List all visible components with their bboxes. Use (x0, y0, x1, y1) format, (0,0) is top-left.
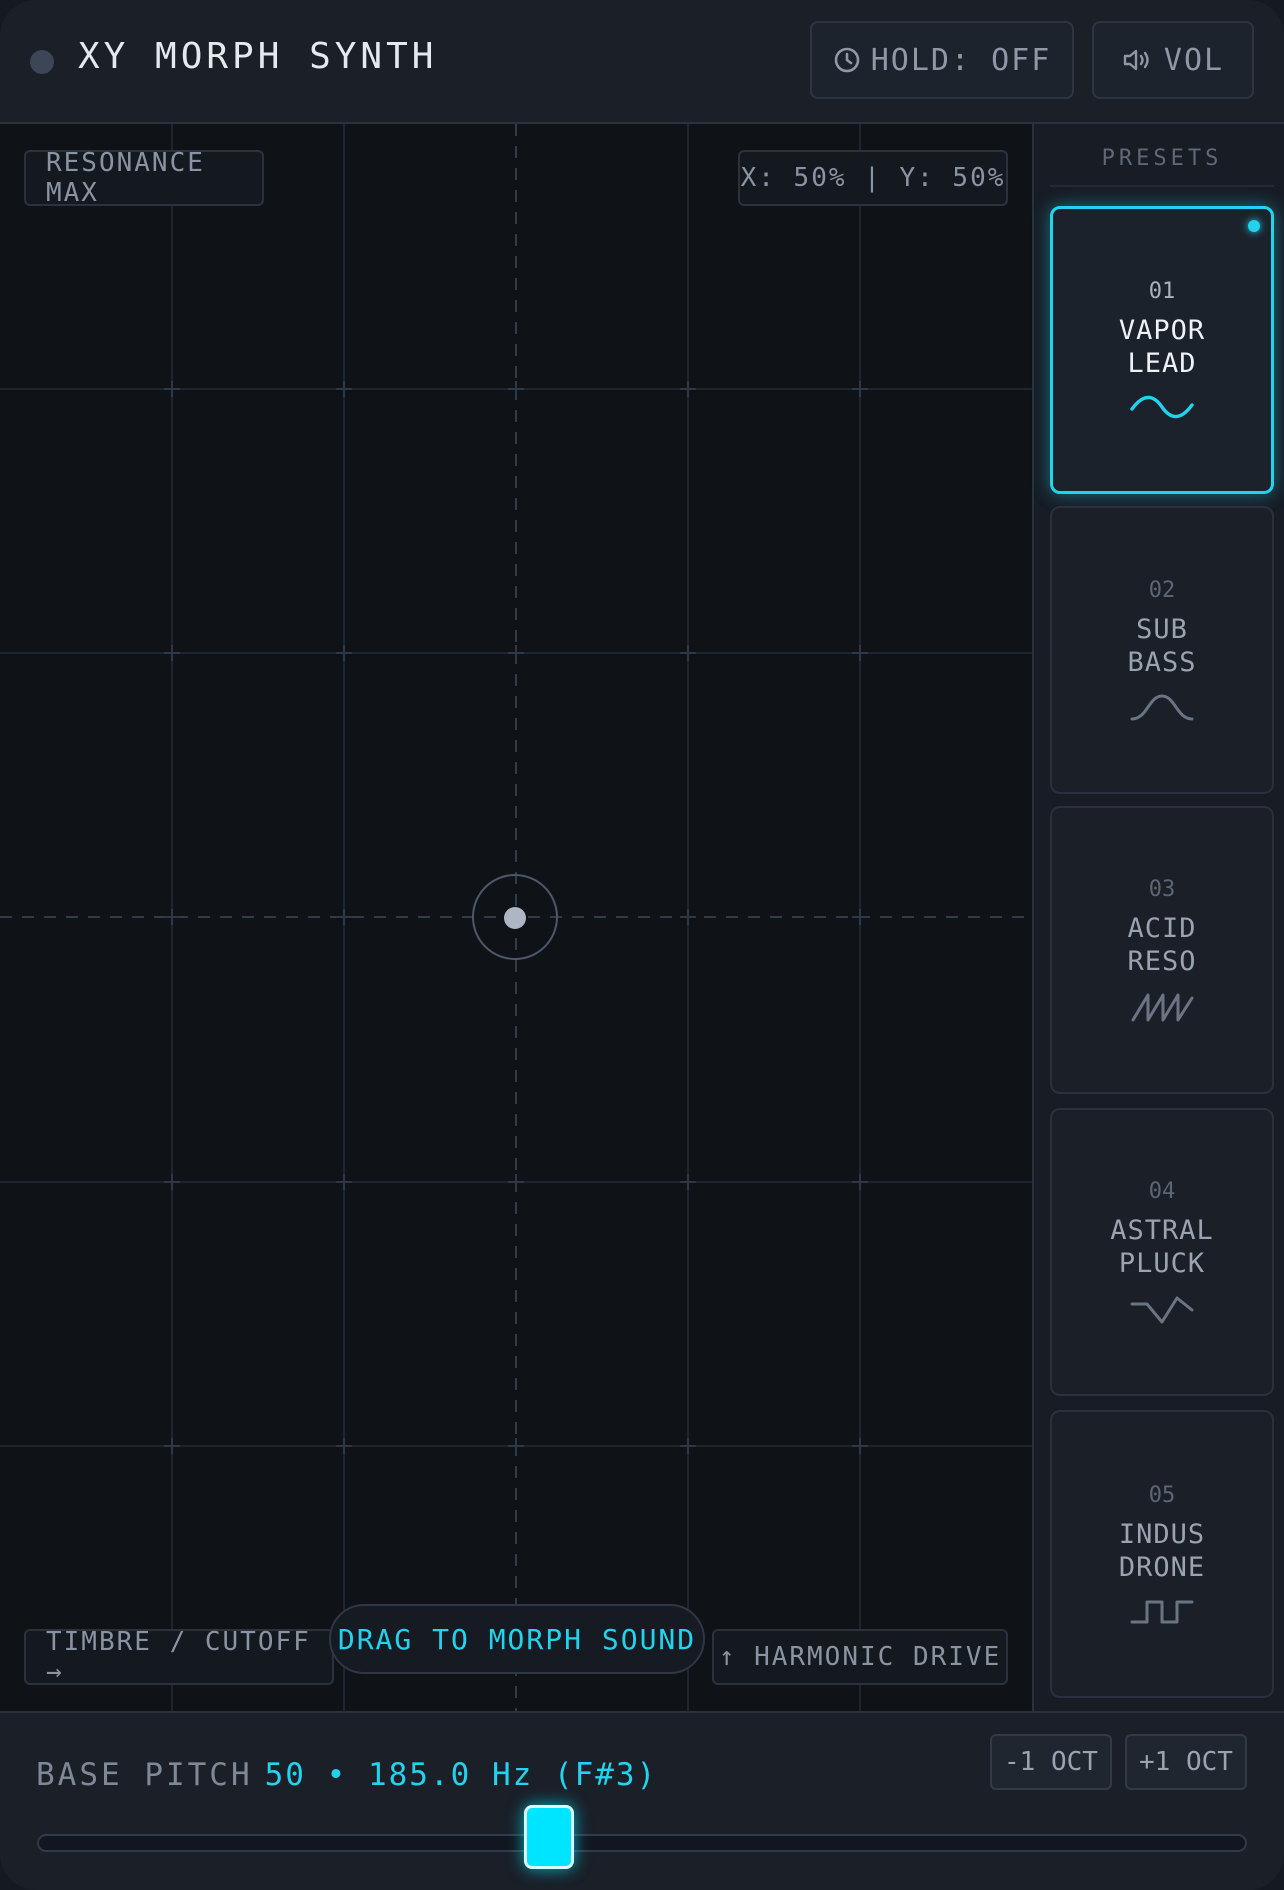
base-pitch-label: BASE PITCH (36, 1757, 253, 1793)
preset-name: ASTRAL PLUCK (1110, 1214, 1214, 1279)
header-bar: XY MORPH SYNTH HOLD: OFF VOL (0, 0, 1284, 124)
vol-label: VOL (1163, 42, 1225, 78)
octave-down-button[interactable]: -1 OCT (990, 1734, 1112, 1790)
octave-up-button[interactable]: +1 OCT (1125, 1734, 1247, 1790)
pitch-footer: BASE PITCH 50 • 185.0 Hz (F#3) -1 OCT +1 … (0, 1711, 1284, 1890)
preset-number: 04 (1148, 1178, 1176, 1204)
base-pitch-readout: BASE PITCH 50 • 185.0 Hz (F#3) (36, 1757, 657, 1793)
sine-wave-icon (1130, 395, 1194, 418)
preset-name: SUB BASS (1127, 613, 1197, 678)
preset-acid-reso[interactable]: 03 ACID RESO (1050, 806, 1274, 1094)
sawtooth-wave-icon (1131, 993, 1194, 1021)
resonance-max-label: RESONANCE MAX (24, 148, 264, 208)
x-axis-label: TIMBRE / CUTOFF → (24, 1627, 334, 1687)
presets-title: PRESETS (1050, 146, 1274, 187)
speaker-icon (1123, 49, 1149, 71)
preset-name: VAPOR LEAD (1118, 314, 1206, 379)
triangle-wave-icon (1130, 1296, 1194, 1323)
pitch-slider-thumb[interactable] (524, 1805, 575, 1869)
drag-hint: DRAG TO MORPH SOUND (329, 1604, 705, 1674)
preset-sub-bass[interactable]: 02 SUB BASS (1050, 506, 1274, 794)
preset-astral-pluck[interactable]: 04 ASTRAL PLUCK (1050, 1108, 1274, 1396)
base-pitch-value: 50 • 185.0 Hz (F#3) (264, 1757, 658, 1793)
xy-coordinates-readout: X: 50% | Y: 50% (738, 150, 1008, 206)
square-wave-icon (1130, 1600, 1194, 1623)
clock-icon (834, 47, 860, 73)
arch-wave-icon (1130, 693, 1194, 720)
preset-number: 02 (1148, 577, 1176, 603)
preset-vapor-lead[interactable]: 01 VAPOR LEAD (1050, 206, 1274, 494)
app-title: XY MORPH SYNTH (78, 36, 438, 77)
presets-sidebar: PRESETS 01 VAPOR LEAD 02 SUB BASS 03 ACI… (1032, 124, 1284, 1711)
xy-pad[interactable]: RESONANCE MAX X: 50% | Y: 50% TIMBRE / C… (0, 124, 1032, 1711)
preset-number: 05 (1148, 1482, 1176, 1508)
preset-number: 01 (1148, 278, 1176, 304)
preset-name: ACID RESO (1127, 912, 1197, 977)
hold-label: HOLD: OFF (870, 42, 1052, 78)
morph-cursor-handle[interactable] (504, 907, 526, 929)
pitch-slider-track[interactable] (37, 1834, 1247, 1852)
synth-app: XY MORPH SYNTH HOLD: OFF VOL RESONANCE M… (0, 0, 1284, 1890)
y-axis-label: ↑ HARMONIC DRIVE (712, 1629, 1008, 1685)
active-indicator (1248, 220, 1260, 232)
status-indicator (30, 50, 54, 74)
preset-indus-drone[interactable]: 05 INDUS DRONE (1050, 1410, 1274, 1698)
preset-name: INDUS DRONE (1118, 1518, 1206, 1583)
preset-number: 03 (1148, 876, 1176, 902)
volume-button[interactable]: VOL (1092, 21, 1254, 99)
hold-button[interactable]: HOLD: OFF (810, 21, 1074, 99)
